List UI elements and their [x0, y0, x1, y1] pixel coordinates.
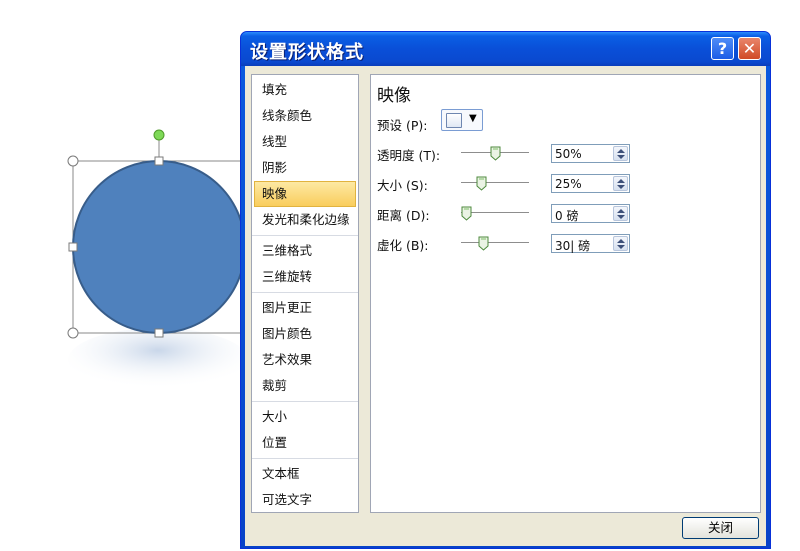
spin-value: 0 磅: [555, 209, 579, 223]
spin-input[interactable]: 0 磅: [551, 204, 630, 223]
slider[interactable]: [461, 146, 531, 161]
resize-handle-top[interactable]: [154, 156, 164, 166]
dialog-title: 设置形状格式: [250, 42, 364, 63]
nav-item[interactable]: 线型: [254, 129, 356, 155]
shape-reflection: [68, 328, 248, 392]
nav-item[interactable]: 填充: [254, 77, 356, 103]
nav-item[interactable]: 可选文字: [254, 487, 356, 513]
nav-item[interactable]: 阴影: [254, 155, 356, 181]
spin-down-icon: [617, 185, 625, 189]
row-label: 距离 (D):: [377, 208, 430, 223]
slider[interactable]: [461, 236, 531, 251]
close-button[interactable]: 关闭: [682, 517, 759, 539]
help-button[interactable]: ?: [711, 37, 734, 60]
nav-item[interactable]: 艺术效果: [254, 347, 356, 373]
preset-dropdown[interactable]: ▼: [441, 109, 483, 131]
resize-handle-bottom[interactable]: [154, 328, 164, 338]
spin-up-icon: [617, 179, 625, 183]
spin-up-icon: [617, 209, 625, 213]
format-shape-dialog: 设置形状格式 ? ✕ 填充 线条颜色 线型 阴影 映像 发光和柔化边缘 三维格式 三维旋转 图片…: [240, 31, 771, 549]
nav-item[interactable]: 发光和柔化边缘: [254, 207, 356, 233]
title-close-button[interactable]: ✕: [738, 37, 761, 60]
spin-buttons[interactable]: [613, 146, 628, 161]
spin-buttons[interactable]: [613, 206, 628, 221]
spin-up-icon: [617, 149, 625, 153]
preset-swatch-icon: [446, 113, 462, 128]
resize-handle-bottom-left[interactable]: [67, 327, 79, 339]
nav-item[interactable]: 位置: [254, 430, 356, 456]
nav-group: 大小 位置: [252, 402, 358, 459]
spin-value: 30| 磅: [555, 239, 591, 253]
spin-value: 25%: [555, 177, 582, 191]
slider-thumb[interactable]: [478, 236, 489, 251]
circle-shape[interactable]: [72, 160, 246, 334]
spin-buttons[interactable]: [613, 236, 628, 251]
nav-item[interactable]: 裁剪: [254, 373, 356, 399]
panel-title: 映像: [377, 86, 411, 106]
nav-item[interactable]: 文本框: [254, 461, 356, 487]
resize-handle-top-left[interactable]: [67, 155, 79, 167]
slider[interactable]: [461, 176, 531, 191]
close-icon: ✕: [742, 39, 757, 58]
close-button-label: 关闭: [707, 520, 733, 535]
spin-input[interactable]: 25%: [551, 174, 630, 193]
nav-group: 填充 线条颜色 线型 阴影 映像 发光和柔化边缘: [252, 75, 358, 236]
row-label: 透明度 (T):: [377, 148, 441, 163]
spin-value: 50%: [555, 147, 582, 161]
dialog-body: 填充 线条颜色 线型 阴影 映像 发光和柔化边缘 三维格式 三维旋转 图片更正 图片颜色 艺术效果裁…: [245, 66, 766, 546]
spin-down-icon: [617, 215, 625, 219]
nav-group: 三维格式 三维旋转: [252, 236, 358, 293]
nav-item[interactable]: 映像: [254, 181, 356, 207]
slider-track: [461, 242, 529, 244]
spin-down-icon: [617, 155, 625, 159]
resize-handle-left[interactable]: [68, 242, 78, 252]
nav-item[interactable]: 三维旋转: [254, 264, 356, 290]
spin-up-icon: [617, 239, 625, 243]
dropdown-arrow-icon: ▼: [469, 113, 477, 124]
row-label: 大小 (S):: [377, 178, 428, 193]
nav-item[interactable]: 线条颜色: [254, 103, 356, 129]
category-list: 填充 线条颜色 线型 阴影 映像 发光和柔化边缘 三维格式 三维旋转 图片更正 图片颜色 艺术效果裁…: [251, 74, 359, 513]
nav-item[interactable]: 图片更正: [254, 295, 356, 321]
rotation-handle[interactable]: [153, 129, 165, 141]
nav-item[interactable]: 图片颜色: [254, 321, 356, 347]
preset-label: 预设 (P):: [377, 118, 428, 133]
slider-thumb[interactable]: [490, 146, 501, 161]
nav-item[interactable]: 大小: [254, 404, 356, 430]
slider[interactable]: [461, 206, 531, 221]
spin-down-icon: [617, 245, 625, 249]
help-icon: ?: [717, 39, 728, 58]
row-label: 虚化 (B):: [377, 238, 429, 253]
slider-track: [461, 182, 529, 184]
slider-thumb[interactable]: [476, 176, 487, 191]
slider-thumb[interactable]: [461, 206, 472, 221]
spin-buttons[interactable]: [613, 176, 628, 191]
nav-item[interactable]: 三维格式: [254, 238, 356, 264]
nav-group: 图片更正 图片颜色 艺术效果 裁剪: [252, 293, 358, 402]
nav-group: 文本框 可选文字: [252, 459, 358, 515]
dialog-titlebar[interactable]: 设置形状格式 ? ✕: [241, 32, 770, 66]
reflection-panel: 映像 预设 (P): ▼ 透明度 (T): 50% 大小 (S): 25% 距离 (D)…: [370, 74, 761, 513]
spin-input[interactable]: 30| 磅: [551, 234, 630, 253]
spin-input[interactable]: 50%: [551, 144, 630, 163]
